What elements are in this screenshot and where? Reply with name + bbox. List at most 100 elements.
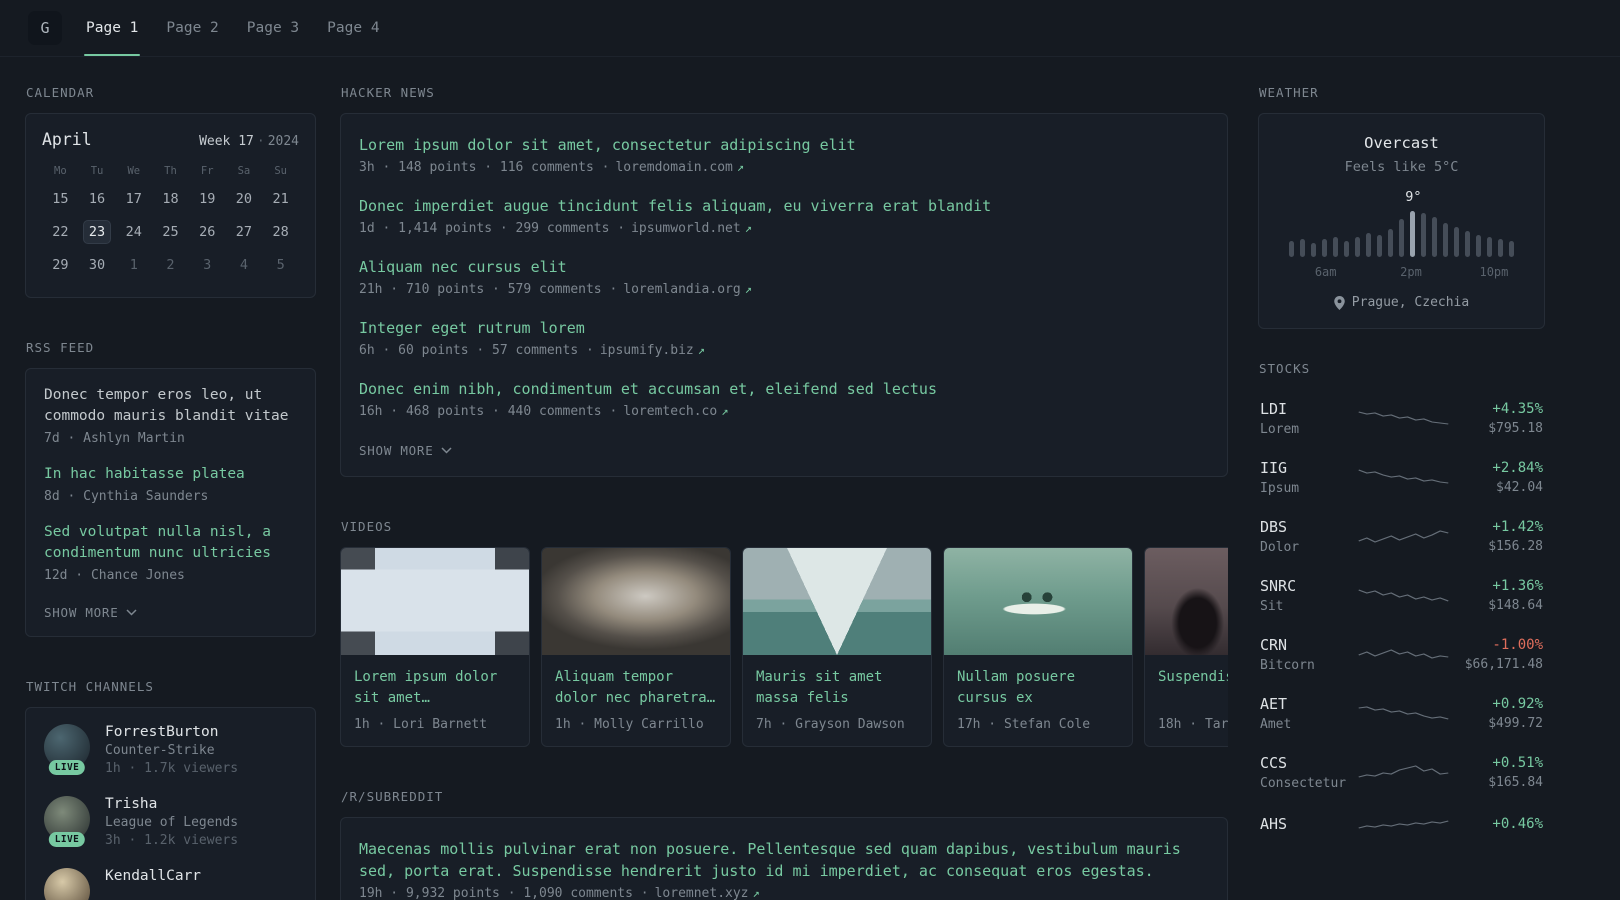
weekday-label: Th: [164, 165, 177, 177]
hn-item-meta: 1d · 1,414 points · 299 comments · ipsumw…: [359, 221, 1209, 236]
video-card[interactable]: Mauris sit amet massa felis 7h · Grayson…: [742, 547, 932, 747]
avatar[interactable]: [44, 868, 90, 900]
calendar-day: 18: [162, 191, 179, 207]
twitch-channel-info: ForrestBurton Counter-Strike 1h · 1.7k v…: [105, 724, 238, 776]
hn-item-meta: 6h · 60 points · 57 comments · ipsumify.b…: [359, 343, 1209, 358]
video-title[interactable]: Nullam posuere cursus ex: [957, 667, 1119, 709]
hn-item-title[interactable]: Aliquam nec cursus elit: [359, 256, 1209, 278]
tab-page-3[interactable]: Page 3: [245, 0, 301, 56]
show-more-button[interactable]: SHOW MORE: [359, 439, 453, 460]
hackernews-card: Lorem ipsum dolor sit amet, consectetur …: [340, 113, 1228, 477]
rss-item-title[interactable]: Donec tempor eros leo, ut commodo mauris…: [44, 385, 297, 427]
video-thumbnail[interactable]: [542, 548, 730, 655]
video-thumbnail[interactable]: [743, 548, 931, 655]
stock-sparkline: [1358, 469, 1449, 484]
tab-page-1[interactable]: Page 1: [84, 0, 141, 56]
twitch-channel-category[interactable]: Counter-Strike: [105, 743, 238, 758]
twitch-channel-row[interactable]: KendallCarr: [44, 868, 297, 900]
stock-sparkline: [1358, 705, 1449, 720]
tab-page-4[interactable]: Page 4: [325, 0, 381, 56]
calendar-weekday-row: Mo Tu We Th Fr Sa Su: [42, 165, 299, 177]
twitch-channel-name[interactable]: KendallCarr: [105, 868, 201, 884]
video-title[interactable]: Suspendisse diam: [1158, 667, 1228, 709]
stock-change: +1.36%: [1492, 578, 1543, 594]
hn-item-title[interactable]: Integer eget rutrum lorem: [359, 317, 1209, 339]
stock-sparkline: [1358, 820, 1449, 829]
video-body: Suspendisse diam 18h · Tara: [1145, 655, 1228, 746]
external-link-icon: ↗: [744, 282, 752, 296]
calendar-day: 24: [125, 224, 142, 240]
weather-feels-like: Feels like 5°C: [1344, 159, 1459, 175]
video-thumbnail[interactable]: [1145, 548, 1228, 655]
show-more-button[interactable]: SHOW MORE: [44, 601, 138, 622]
calendar-title: CALENDAR: [26, 85, 95, 100]
stock-row: DBS Dolor +1.42% $156.28: [1258, 507, 1545, 566]
stock-row: AET Amet +0.92% $499.72: [1258, 684, 1545, 743]
hn-item-domain[interactable]: loremdomain.com: [615, 160, 732, 175]
weather-bars: [1277, 207, 1526, 257]
hn-item-title[interactable]: Lorem ipsum dolor sit amet, consectetur …: [359, 134, 1209, 156]
app-logo[interactable]: G: [28, 11, 62, 45]
stock-id: SNRC Sit: [1260, 577, 1356, 614]
stock-id: IIG Ipsum: [1260, 459, 1356, 496]
hn-item-domain[interactable]: ipsumworld.net: [631, 221, 741, 236]
weather-bar: [1421, 213, 1426, 257]
stock-price: $156.28: [1488, 539, 1543, 554]
stock-values: +4.35% $795.18: [1451, 401, 1543, 436]
hn-item-title[interactable]: Donec imperdiet augue tincidunt felis al…: [359, 195, 1209, 217]
stock-symbol: AET: [1260, 695, 1288, 713]
reddit-post: Maecenas mollis pulvinar erat non posuer…: [359, 838, 1209, 900]
stock-name: Lorem: [1260, 422, 1300, 437]
video-title[interactable]: Aliquam tempor dolor nec pharetra…: [555, 667, 717, 709]
hn-item-domain[interactable]: ipsumify.biz: [600, 343, 694, 358]
stocks-list: LDI Lorem +4.35% $795.18 IIG Ipsum +2.84…: [1258, 389, 1545, 850]
hn-item-meta: 21h · 710 points · 579 comments · loremla…: [359, 282, 1209, 297]
stock-values: +0.92% $499.72: [1451, 696, 1543, 731]
twitch-channel-row[interactable]: LIVE ForrestBurton Counter-Strike 1h · 1…: [44, 724, 297, 776]
hn-item: Donec imperdiet augue tincidunt felis al…: [359, 195, 1209, 236]
calendar-day-next-month: 3: [203, 257, 212, 273]
video-card[interactable]: Lorem ipsum dolor sit amet consectetu… 1…: [340, 547, 530, 747]
tab-page-2[interactable]: Page 2: [164, 0, 220, 56]
rss-item-title[interactable]: Sed volutpat nulla nisl, a condimentum n…: [44, 522, 297, 564]
hn-item-title[interactable]: Donec enim nibh, condimentum et accumsan…: [359, 378, 1209, 400]
reddit-post-domain[interactable]: loremnet.xyz: [655, 886, 749, 900]
weather-tick-label: 10pm: [1479, 265, 1509, 279]
hn-item-stats: 6h · 60 points · 57 comments ·: [359, 343, 594, 358]
video-title[interactable]: Mauris sit amet massa felis: [756, 667, 918, 709]
video-title[interactable]: Lorem ipsum dolor sit amet consectetu…: [354, 667, 516, 709]
stock-row: SNRC Sit +1.36% $148.64: [1258, 566, 1545, 625]
stock-row: LDI Lorem +4.35% $795.18: [1258, 389, 1545, 448]
video-card[interactable]: Nullam posuere cursus ex 17h · Stefan Co…: [943, 547, 1133, 747]
weather-bar: [1432, 217, 1437, 257]
video-card[interactable]: Suspendisse diam 18h · Tara: [1144, 547, 1228, 747]
twitch-channel-row[interactable]: LIVE Trisha League of Legends 3h · 1.2k …: [44, 796, 297, 848]
reddit-post-title[interactable]: Maecenas mollis pulvinar erat non posuer…: [359, 838, 1209, 882]
rss-item-title[interactable]: In hac habitasse platea: [44, 464, 297, 485]
hn-item-domain[interactable]: loremtech.co: [623, 404, 717, 419]
calendar-day-selected: 23: [83, 220, 112, 244]
stock-price: $165.84: [1488, 775, 1543, 790]
calendar-day: 25: [162, 224, 179, 240]
weekday-label: We: [127, 165, 141, 177]
twitch-channel-name[interactable]: ForrestBurton: [105, 724, 238, 740]
weather-bar: [1300, 239, 1305, 257]
stock-price: $795.18: [1488, 421, 1543, 436]
twitch-channel-category[interactable]: League of Legends: [105, 815, 238, 830]
twitch-channel-name[interactable]: Trisha: [105, 796, 238, 812]
video-thumbnail[interactable]: [944, 548, 1132, 655]
stock-values: -1.00% $66,171.48: [1451, 637, 1543, 672]
weekday-label: Tu: [90, 165, 104, 177]
video-thumbnail[interactable]: [341, 548, 529, 655]
video-card[interactable]: Aliquam tempor dolor nec pharetra… 1h · …: [541, 547, 731, 747]
rss-title: RSS FEED: [26, 340, 95, 355]
hn-item-stats: 3h · 148 points · 116 comments ·: [359, 160, 610, 175]
weather-widget: WEATHER Overcast Feels like 5°C 9° 6am 2p…: [1258, 85, 1545, 329]
weekday-label: Sa: [237, 165, 251, 177]
hn-item-domain[interactable]: loremlandia.org: [623, 282, 740, 297]
calendar-day: 26: [199, 224, 216, 240]
twitch-title: TWITCH CHANNELS: [26, 679, 154, 694]
stock-id: DBS Dolor: [1260, 518, 1356, 555]
video-meta: 17h · Stefan Cole: [957, 717, 1091, 732]
stocks-widget: STOCKS LDI Lorem +4.35% $795.18 IIG Ipsu…: [1258, 361, 1545, 850]
